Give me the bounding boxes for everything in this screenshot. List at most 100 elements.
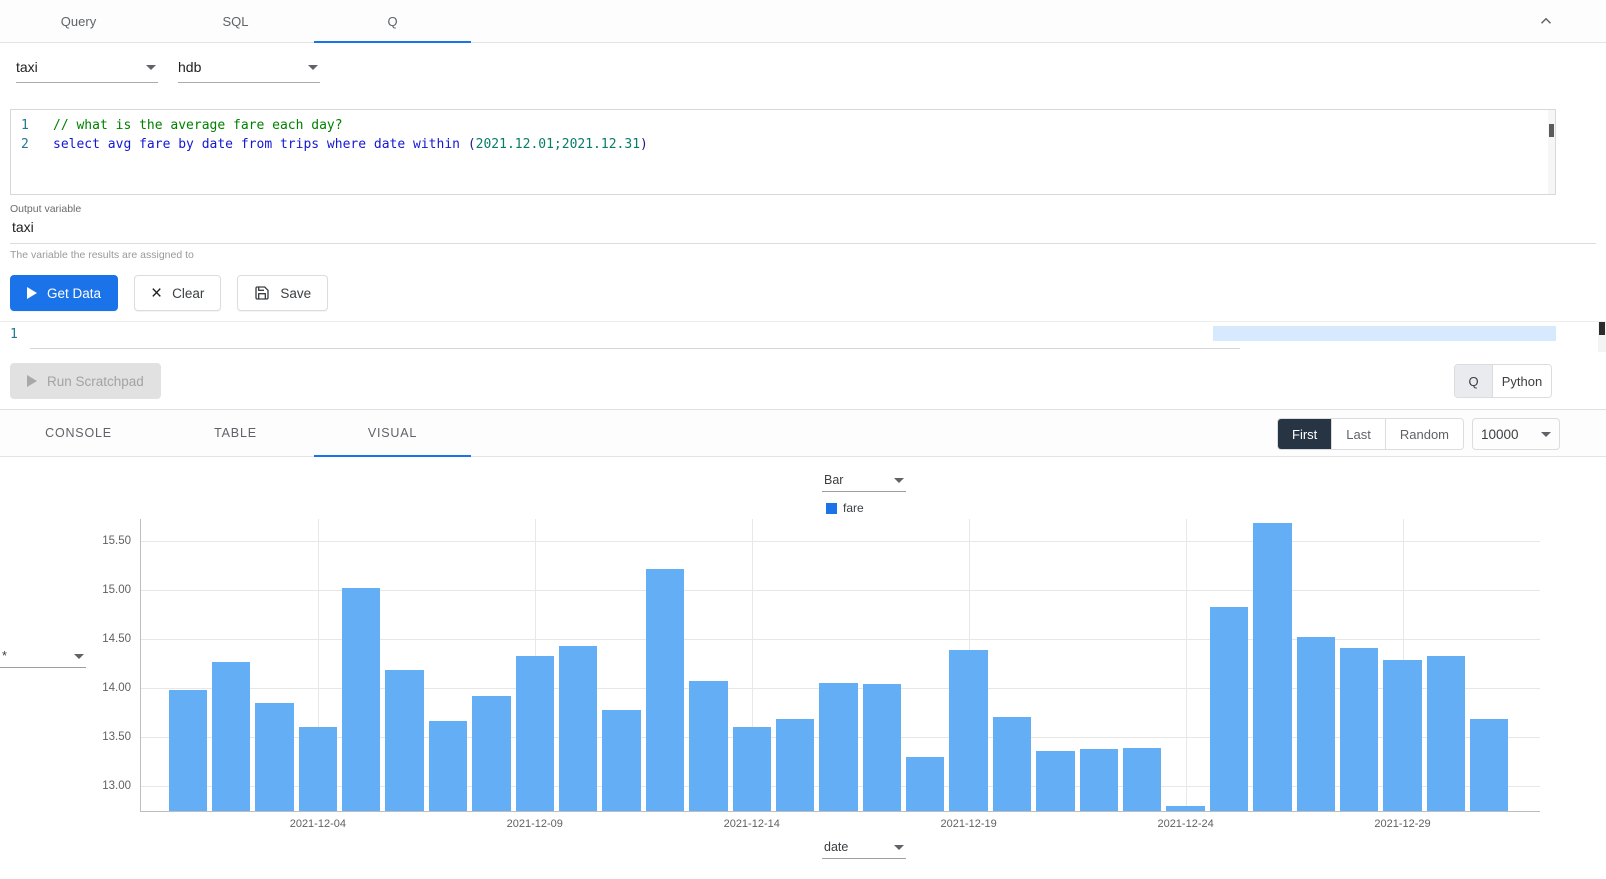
- random-button[interactable]: Random: [1386, 419, 1463, 449]
- run-scratchpad-button[interactable]: Run Scratchpad: [10, 363, 161, 399]
- bar: [299, 727, 337, 811]
- keyword-token: select avg fare by date from trips where…: [53, 137, 468, 152]
- sampling-controls: First Last Random 10000: [1277, 418, 1560, 450]
- bar: [516, 656, 554, 811]
- legend-label: fare: [843, 501, 864, 515]
- sampling-mode-group: First Last Random: [1277, 418, 1464, 450]
- code-text: // what is the average fare each day?: [53, 116, 343, 135]
- bar: [1166, 806, 1204, 811]
- sample-size-select[interactable]: 10000: [1472, 418, 1560, 450]
- bar: [689, 681, 727, 811]
- play-icon: [27, 287, 37, 299]
- bar: [776, 719, 814, 811]
- chart-type-select[interactable]: Bar: [822, 471, 906, 492]
- clear-button[interactable]: × Clear: [134, 275, 221, 311]
- y-axis-select[interactable]: *: [0, 647, 86, 668]
- y-tick-label: 15.50: [69, 535, 131, 547]
- language-toggle: Q Python: [1454, 364, 1552, 398]
- bar: [1036, 751, 1074, 811]
- x-axis-select-value: date: [824, 840, 848, 854]
- y-tick-label: 13.50: [69, 731, 131, 743]
- scrollbar-thumb[interactable]: [1549, 124, 1554, 137]
- line-number: 1: [11, 116, 37, 135]
- dropdown-caret-icon: [894, 845, 904, 850]
- tab-visual[interactable]: VISUAL: [314, 410, 471, 456]
- database-select[interactable]: hdb: [178, 55, 320, 83]
- dropdown-caret-icon: [74, 654, 84, 659]
- legend-item-fare[interactable]: fare: [826, 501, 864, 515]
- bar: [559, 646, 597, 811]
- x-axis-select[interactable]: date: [822, 838, 906, 859]
- paren-token: (: [468, 137, 476, 152]
- bar: [602, 710, 640, 811]
- comment-token: // what is the average fare each day?: [53, 118, 343, 133]
- bar: [472, 696, 510, 811]
- tab-query[interactable]: Query: [0, 0, 157, 42]
- clear-x-icon: ×: [151, 284, 162, 303]
- collapse-panel-button[interactable]: [1532, 7, 1560, 35]
- process-select[interactable]: taxi: [16, 55, 158, 83]
- tab-q[interactable]: Q: [314, 0, 471, 42]
- scratchpad-editor[interactable]: 1: [0, 321, 1606, 351]
- dropdown-caret-icon: [146, 65, 156, 70]
- y-gridline: [141, 541, 1540, 542]
- chevron-up-icon: [1537, 12, 1555, 30]
- y-tick-label: 13.00: [69, 780, 131, 792]
- legend-swatch: [826, 503, 837, 514]
- save-label: Save: [280, 286, 311, 301]
- dropdown-caret-icon: [1541, 432, 1551, 437]
- bar: [949, 650, 987, 811]
- line-number: 2: [11, 135, 37, 154]
- code-line: 2 select avg fare by date from trips whe…: [11, 135, 1555, 154]
- bar: [1383, 660, 1421, 811]
- x-tick-label: 2021-12-29: [1374, 818, 1430, 830]
- output-variable-label: Output variable: [10, 203, 1596, 215]
- bar: [819, 683, 857, 811]
- scratchpad-line[interactable]: [30, 322, 1240, 349]
- chart-type-value: Bar: [824, 473, 843, 487]
- editor-scrollbar[interactable]: [1548, 110, 1555, 194]
- scratchpad-scrollbar[interactable]: [1598, 322, 1606, 352]
- get-data-label: Get Data: [47, 286, 101, 301]
- y-tick-label: 15.00: [69, 584, 131, 596]
- first-button[interactable]: First: [1278, 419, 1332, 449]
- lang-python-button[interactable]: Python: [1493, 365, 1551, 397]
- x-tick-label: 2021-12-19: [941, 818, 997, 830]
- bar: [1470, 719, 1508, 811]
- x-tick-label: 2021-12-09: [507, 818, 563, 830]
- x-tick-label: 2021-12-14: [724, 818, 780, 830]
- bar: [1340, 648, 1378, 811]
- bar: [646, 569, 684, 811]
- results-tab-bar: CONSOLE TABLE VISUAL First Last Random 1…: [0, 409, 1606, 457]
- scratchpad-selection-highlight: [1213, 326, 1556, 341]
- tab-console[interactable]: CONSOLE: [0, 410, 157, 456]
- output-variable-input[interactable]: taxi: [10, 215, 1596, 244]
- q-code-editor[interactable]: 1 // what is the average fare each day? …: [10, 109, 1556, 195]
- y-tick-label: 14.00: [69, 682, 131, 694]
- lang-q-button[interactable]: Q: [1455, 365, 1493, 397]
- bar: [1253, 523, 1291, 811]
- bar: [993, 717, 1031, 811]
- x-tick-label: 2021-12-04: [290, 818, 346, 830]
- get-data-button[interactable]: Get Data: [10, 275, 118, 311]
- bar: [429, 721, 467, 811]
- x-tick-label: 2021-12-24: [1157, 818, 1213, 830]
- scrollbar-thumb[interactable]: [1599, 322, 1605, 335]
- process-select-value: taxi: [16, 59, 38, 75]
- plot-area[interactable]: 13.0013.5014.0014.5015.0015.502021-12-04…: [140, 519, 1540, 812]
- save-icon: [254, 285, 270, 301]
- action-button-row: Get Data × Clear Save: [10, 275, 1596, 311]
- bar: [863, 684, 901, 811]
- tab-table[interactable]: TABLE: [157, 410, 314, 456]
- bar: [1427, 656, 1465, 811]
- database-select-value: hdb: [178, 59, 201, 75]
- last-button[interactable]: Last: [1332, 419, 1386, 449]
- bar: [169, 690, 207, 811]
- code-text: select avg fare by date from trips where…: [53, 135, 648, 154]
- save-button[interactable]: Save: [237, 275, 328, 311]
- dropdown-caret-icon: [308, 65, 318, 70]
- connection-row: taxi hdb: [0, 43, 1606, 95]
- bar: [342, 588, 380, 811]
- tab-sql[interactable]: SQL: [157, 0, 314, 42]
- bar: [733, 727, 771, 811]
